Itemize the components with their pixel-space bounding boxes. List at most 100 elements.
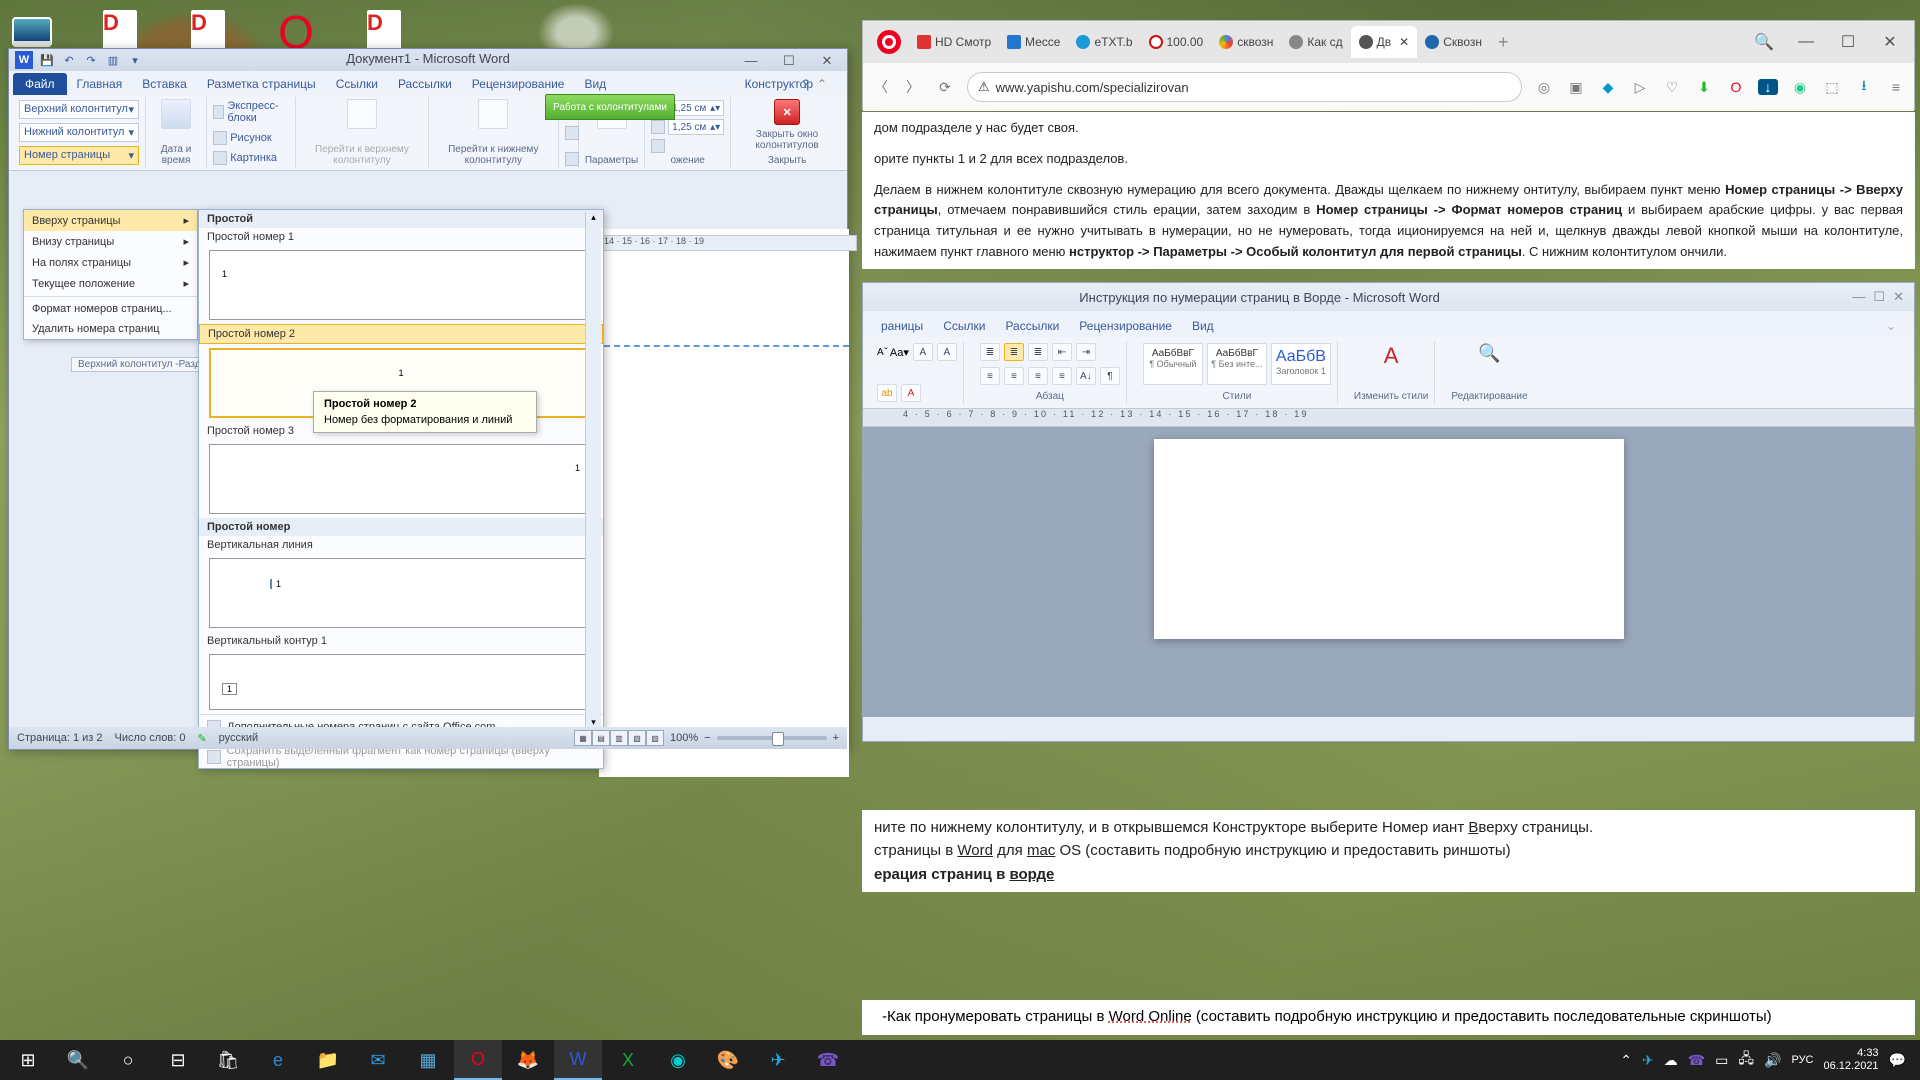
tray-network-icon[interactable]: 🖧 [1738, 1048, 1754, 1072]
redo-icon[interactable]: ↷ [83, 52, 99, 68]
ext-icon[interactable]: ◉ [1790, 79, 1810, 96]
maximize-button[interactable]: ☐ [1873, 289, 1885, 305]
document-page[interactable] [1154, 439, 1624, 639]
browser-tab[interactable]: HD Смотр [909, 26, 999, 58]
action-center-icon[interactable]: 💬 [1889, 1052, 1906, 1069]
view-buttons[interactable]: ▦▤▥▧▨ [574, 730, 664, 746]
qat-icon[interactable]: ▥ [105, 52, 121, 68]
menu-page-margins[interactable]: На полях страницы▸ [24, 252, 197, 273]
close-button[interactable]: ✕ [1893, 289, 1904, 305]
close-header-footer-icon[interactable]: ✕ [774, 99, 800, 125]
browser-tab[interactable]: eTXT.b [1068, 26, 1140, 58]
style-normal[interactable]: АаБбВвГ¶ Обычный [1143, 343, 1203, 385]
firefox-icon[interactable]: 🦊 [504, 1040, 552, 1080]
browser-tab[interactable]: сквозн [1211, 26, 1281, 58]
undo-icon[interactable]: ↶ [61, 52, 77, 68]
tab-layout[interactable]: Разметка страницы [197, 73, 326, 95]
maximize-button[interactable]: ☐ [775, 53, 803, 69]
bullets-icon[interactable]: ≣ [980, 343, 1000, 361]
tab-mailings[interactable]: Рассылки [388, 73, 462, 95]
tab-view[interactable]: Вид [574, 73, 616, 95]
explorer-icon[interactable]: 📁 [304, 1040, 352, 1080]
close-button[interactable]: ✕ [813, 53, 841, 69]
zoom-out-icon[interactable]: − [704, 732, 710, 744]
collapse-ribbon-icon[interactable]: ⌃ [807, 73, 837, 95]
nav-back-icon[interactable]: 〈 [871, 77, 891, 97]
document-area[interactable] [599, 229, 849, 777]
tab-layout[interactable]: раницы [871, 315, 933, 337]
tab-review[interactable]: Рецензирование [1069, 315, 1182, 337]
ext-icon[interactable]: ▣ [1566, 79, 1586, 96]
minimize-button[interactable]: — [1852, 289, 1865, 305]
cortana-icon[interactable]: ○ [104, 1040, 152, 1080]
page-number-dropdown[interactable]: Номер страницы▾ [19, 146, 139, 165]
style-nospacing[interactable]: АаБбВвГ¶ Без инте... [1207, 343, 1267, 385]
downloads-icon[interactable]: ⭳ [1854, 75, 1874, 99]
link-icon[interactable] [565, 152, 579, 166]
nav-forward-icon[interactable]: 〉 [903, 77, 923, 97]
browser-tab[interactable]: Как сд [1281, 26, 1350, 58]
menu-bottom-of-page[interactable]: Внизу страницы▸ [24, 231, 197, 252]
gallery-item-vline[interactable]: 1 [209, 558, 593, 628]
calc-icon[interactable]: ▦ [404, 1040, 452, 1080]
status-page[interactable]: Страница: 1 из 2 [17, 732, 103, 744]
ext-icon[interactable]: ◆ [1598, 79, 1618, 96]
gallery-item-plain3[interactable]: 1 [209, 444, 593, 514]
browser-tab[interactable]: Мессе [999, 26, 1068, 58]
menu-remove-page-numbers[interactable]: Удалить номера страниц [24, 319, 197, 339]
word-app-icon[interactable]: W [15, 51, 33, 69]
tray-viber-icon[interactable]: ☎ [1688, 1052, 1705, 1069]
status-wordcount[interactable]: Число слов: 0 [115, 732, 186, 744]
highlight-icon[interactable]: ab [877, 384, 897, 402]
zoom-level[interactable]: 100% [670, 732, 698, 744]
font-color-icon[interactable]: A [901, 384, 921, 402]
opera-taskbar-icon[interactable]: O [454, 1040, 502, 1080]
style-heading1[interactable]: АаБбВЗаголовок 1 [1271, 343, 1331, 385]
tab-view[interactable]: Вид [1182, 315, 1224, 337]
menu-top-of-page[interactable]: Вверху страницы▸ [24, 210, 197, 231]
tray-onedrive-icon[interactable]: ☁ [1664, 1052, 1678, 1069]
browser-tab-active[interactable]: Дв✕ [1351, 26, 1418, 58]
tray-battery-icon[interactable]: ▭ [1715, 1052, 1728, 1069]
site-info-icon[interactable]: ⚠ [978, 79, 990, 95]
address-bar[interactable]: ⚠ www.yapishu.com/specializirovan [967, 72, 1522, 102]
datetime-icon[interactable] [161, 99, 191, 129]
store-icon[interactable]: 🛍 [204, 1040, 252, 1080]
minimize-button[interactable]: — [1788, 27, 1824, 57]
header-dropdown[interactable]: Верхний колонтитул▾ [19, 100, 139, 119]
indent-dec-icon[interactable]: ⇤ [1052, 343, 1072, 361]
sort-icon[interactable]: A↓ [1076, 367, 1096, 385]
zoom-in-icon[interactable]: + [833, 732, 839, 744]
heart-icon[interactable]: ♡ [1662, 79, 1682, 96]
edge-icon[interactable]: e [254, 1040, 302, 1080]
menu-format-page-numbers[interactable]: Формат номеров страниц... [24, 299, 197, 319]
taskview-icon[interactable]: ⊟ [154, 1040, 202, 1080]
zoom-slider[interactable] [717, 736, 827, 740]
edge-chromium-icon[interactable]: ◉ [654, 1040, 702, 1080]
font-shrink-icon[interactable]: A [937, 343, 957, 361]
tab-review[interactable]: Рецензирование [462, 73, 575, 95]
gallery-scrollbar[interactable]: ▴ ▾ [585, 212, 601, 728]
tab-references[interactable]: Ссылки [933, 315, 995, 337]
telegram-icon[interactable]: ✈ [754, 1040, 802, 1080]
mail-icon[interactable]: ✉ [354, 1040, 402, 1080]
start-button[interactable]: ⊞ [4, 1040, 52, 1080]
numbering-icon[interactable]: ≣ [1004, 343, 1024, 361]
quickparts-button[interactable]: Экспресс-блоки [213, 99, 289, 125]
goto-footer-icon[interactable] [478, 99, 508, 129]
ext-icon[interactable]: ▷ [1630, 79, 1650, 96]
indent-inc-icon[interactable]: ⇥ [1076, 343, 1096, 361]
tray-lang[interactable]: РУС [1791, 1054, 1813, 1066]
align-icon[interactable] [651, 139, 665, 153]
font-grow-icon[interactable]: A [913, 343, 933, 361]
tray-telegram-icon[interactable]: ✈ [1642, 1052, 1654, 1069]
align-justify-icon[interactable]: ≡ [1052, 367, 1072, 385]
spellcheck-icon[interactable]: ✎ [197, 732, 206, 745]
word-taskbar-icon[interactable]: W [554, 1040, 602, 1080]
qat-more-icon[interactable]: ▾ [127, 52, 143, 68]
find-icon[interactable]: 🔍 [1451, 343, 1527, 364]
show-marks-icon[interactable]: ¶ [1100, 367, 1120, 385]
minimize-button[interactable]: — [737, 53, 765, 69]
tray-volume-icon[interactable]: 🔊 [1764, 1052, 1781, 1069]
next-icon[interactable] [565, 126, 579, 140]
